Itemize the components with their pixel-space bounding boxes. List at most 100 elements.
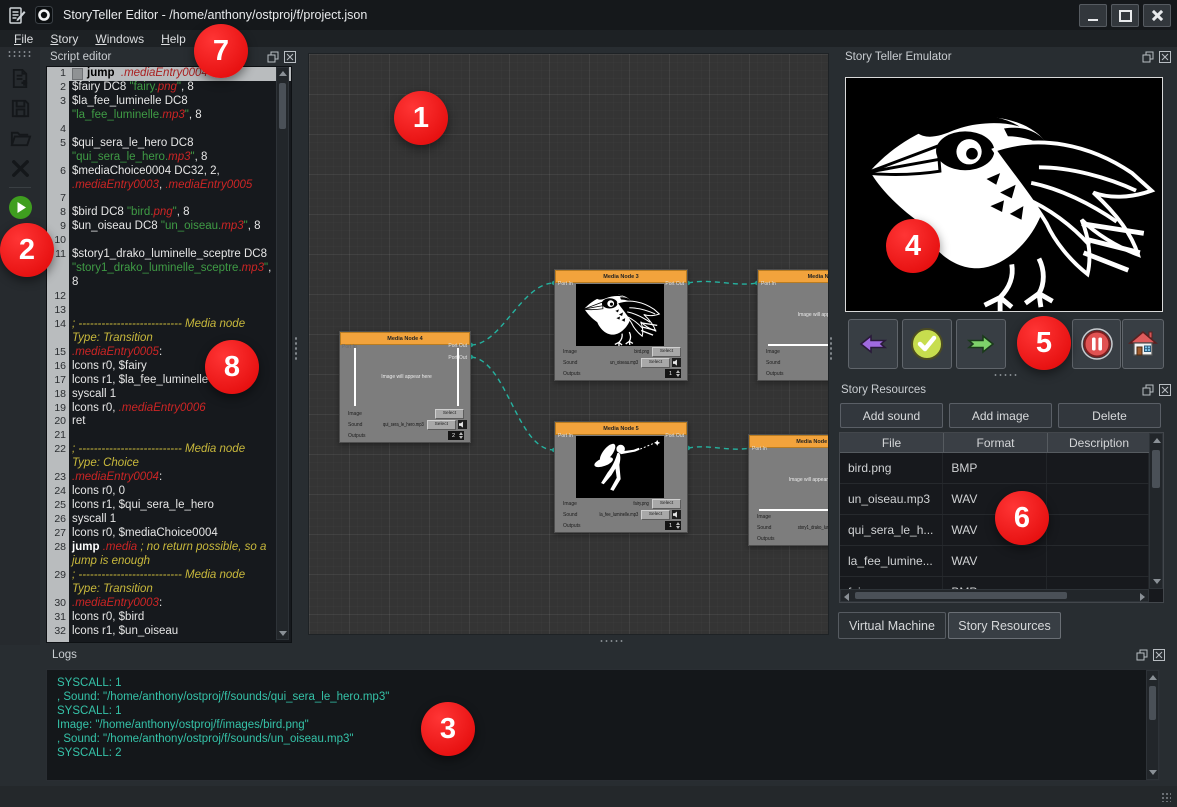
code-line[interactable]: 2$fairy DC8 "fairy.png", 8	[47, 81, 291, 95]
editor-vertical-scrollbar[interactable]	[276, 67, 289, 640]
port-out[interactable]: Port Out	[665, 281, 684, 287]
code-line[interactable]: Type: Transition	[47, 583, 291, 597]
play-sound-icon[interactable]	[672, 510, 681, 519]
splitter-handle[interactable]	[599, 639, 625, 644]
menu-help[interactable]: Help	[161, 32, 186, 46]
column-header-format[interactable]: Format	[944, 433, 1048, 453]
outputs-spinbox[interactable]: 2	[448, 431, 464, 440]
code-line[interactable]: Type: Choice	[47, 457, 291, 471]
table-row[interactable]: bird.pngBMP	[840, 453, 1149, 484]
code-line[interactable]: 23.mediaEntry0004:	[47, 471, 291, 485]
select-sound-button[interactable]: Select	[427, 420, 456, 430]
close-button[interactable]	[1143, 4, 1171, 27]
code-line[interactable]: 13	[47, 304, 291, 318]
previous-button[interactable]	[848, 319, 898, 369]
resize-grip[interactable]	[1161, 792, 1171, 802]
float-panel-icon[interactable]	[1142, 384, 1154, 396]
media-node-3[interactable]: Media Node 3 Port In Port Out Image bird…	[554, 269, 688, 381]
pause-button[interactable]	[1072, 319, 1121, 369]
column-header-description[interactable]: Description	[1048, 433, 1151, 453]
code-line[interactable]: 22; --------------------------- Media no…	[47, 443, 291, 457]
code-line[interactable]: "story1_drako_luminelle_sceptre.mp3",	[47, 262, 291, 276]
table-row[interactable]: fairy.pngBMP	[840, 577, 1149, 589]
float-panel-icon[interactable]	[1136, 649, 1148, 661]
emulator-splitter-handle[interactable]	[993, 373, 1019, 378]
add-image-button[interactable]: Add image	[949, 403, 1052, 428]
code-line[interactable]: 8$bird DC8 "bird.png", 8	[47, 206, 291, 220]
media-node-6[interactable]: Media Node 6 Port In Image will appear h…	[748, 434, 829, 546]
select-image-button[interactable]: Select	[435, 409, 464, 419]
select-image-button[interactable]: Select	[652, 499, 681, 509]
code-line[interactable]: 30.mediaEntry0003:	[47, 597, 291, 611]
code-line[interactable]: jump is enough	[47, 555, 291, 569]
splitter-handle[interactable]	[294, 336, 299, 360]
add-sound-button[interactable]: Add sound	[840, 403, 943, 428]
logs-vertical-scrollbar[interactable]	[1146, 670, 1159, 780]
code-line[interactable]: .mediaEntry0003, .mediaEntry0005	[47, 179, 291, 193]
float-panel-icon[interactable]	[267, 51, 279, 63]
code-line[interactable]: 12	[47, 290, 291, 304]
code-line[interactable]: 4	[47, 123, 291, 137]
table-vertical-scrollbar[interactable]	[1149, 433, 1163, 589]
select-sound-button[interactable]: Select	[641, 510, 670, 520]
code-line[interactable]: 5$qui_sera_le_hero DC8	[47, 137, 291, 151]
code-line[interactable]: "qui_sera_le_hero.mp3", 8	[47, 151, 291, 165]
play-sound-icon[interactable]	[458, 420, 467, 429]
menu-story[interactable]: Story	[50, 32, 78, 46]
close-panel-icon[interactable]	[1153, 649, 1165, 661]
save-button[interactable]	[7, 95, 33, 121]
close-panel-icon[interactable]	[284, 51, 296, 63]
table-row[interactable]: la_fee_lumine...WAV	[840, 546, 1149, 577]
menu-windows[interactable]: Windows	[95, 32, 144, 46]
code-line[interactable]: 25lcons r1, $qui_sera_le_hero	[47, 499, 291, 513]
toolbar-drag-handle[interactable]	[7, 50, 33, 57]
code-line[interactable]: 20ret	[47, 415, 291, 429]
float-panel-icon[interactable]	[1142, 51, 1154, 63]
code-line[interactable]: 21	[47, 429, 291, 443]
outputs-spinbox[interactable]: 1	[665, 369, 681, 378]
delete-button[interactable]: Delete	[1058, 403, 1161, 428]
menu-file[interactable]: File	[14, 32, 33, 46]
port-in[interactable]: Port In	[558, 281, 573, 287]
code-line[interactable]: 9$un_oiseau DC8 "un_oiseau.mp3", 8	[47, 220, 291, 234]
code-line[interactable]: 26syscall 1	[47, 513, 291, 527]
code-line[interactable]: 28jump .media ; no return possible, so a	[47, 541, 291, 555]
minimize-button[interactable]	[1079, 4, 1107, 27]
next-button[interactable]	[956, 319, 1006, 369]
port-in[interactable]: Port In	[558, 433, 573, 439]
select-image-button[interactable]: Select	[652, 347, 681, 357]
code-line[interactable]: "la_fee_luminelle.mp3", 8	[47, 109, 291, 123]
table-row[interactable]: un_oiseau.mp3WAV	[840, 484, 1149, 515]
ok-button[interactable]	[902, 319, 952, 369]
outputs-spinbox[interactable]: 1	[665, 521, 681, 530]
code-line[interactable]: 11$story1_drako_luminelle_sceptre DC8	[47, 248, 291, 262]
tab-virtual-machine[interactable]: Virtual Machine	[838, 612, 946, 639]
code-line[interactable]: 7	[47, 192, 291, 206]
titlebar[interactable]: StoryTeller Editor - /home/anthony/ostpr…	[0, 0, 1177, 30]
media-node-5[interactable]: Media Node 5 Port In Port Out Image fair…	[554, 421, 688, 533]
code-line[interactable]: 32lcons r1, $un_oiseau	[47, 625, 291, 639]
play-button[interactable]	[7, 194, 33, 220]
splitter-handle[interactable]	[829, 336, 834, 360]
code-line[interactable]: 1jump .mediaEntry0004	[47, 67, 291, 81]
port-out[interactable]: Port Out	[665, 433, 684, 439]
code-line[interactable]: 19lcons r0, .mediaEntry0006	[47, 402, 291, 416]
code-line[interactable]: 18syscall 1	[47, 388, 291, 402]
code-line[interactable]: 24lcons r0, 0	[47, 485, 291, 499]
tab-story-resources[interactable]: Story Resources	[948, 612, 1061, 639]
media-node-4[interactable]: Media Node 4 Port In Port Out Port Out I…	[339, 331, 471, 443]
home-button[interactable]	[1122, 319, 1164, 369]
code-line[interactable]: 31lcons r0, $bird	[47, 611, 291, 625]
play-sound-icon[interactable]	[672, 358, 681, 367]
close-panel-icon[interactable]	[1159, 384, 1171, 396]
code-line[interactable]: Type: Transition	[47, 332, 291, 346]
table-horizontal-scrollbar[interactable]	[840, 589, 1149, 602]
code-line[interactable]: 3$la_fee_luminelle DC8	[47, 95, 291, 109]
column-header-file[interactable]: File	[840, 433, 944, 453]
new-file-button[interactable]	[7, 65, 33, 91]
code-line[interactable]: 8	[47, 276, 291, 290]
close-panel-icon[interactable]	[1159, 51, 1171, 63]
node-graph-canvas[interactable]: Media Node 4 Port In Port Out Port Out I…	[308, 53, 829, 635]
code-line[interactable]: 14; --------------------------- Media no…	[47, 318, 291, 332]
close-project-button[interactable]	[7, 155, 33, 181]
